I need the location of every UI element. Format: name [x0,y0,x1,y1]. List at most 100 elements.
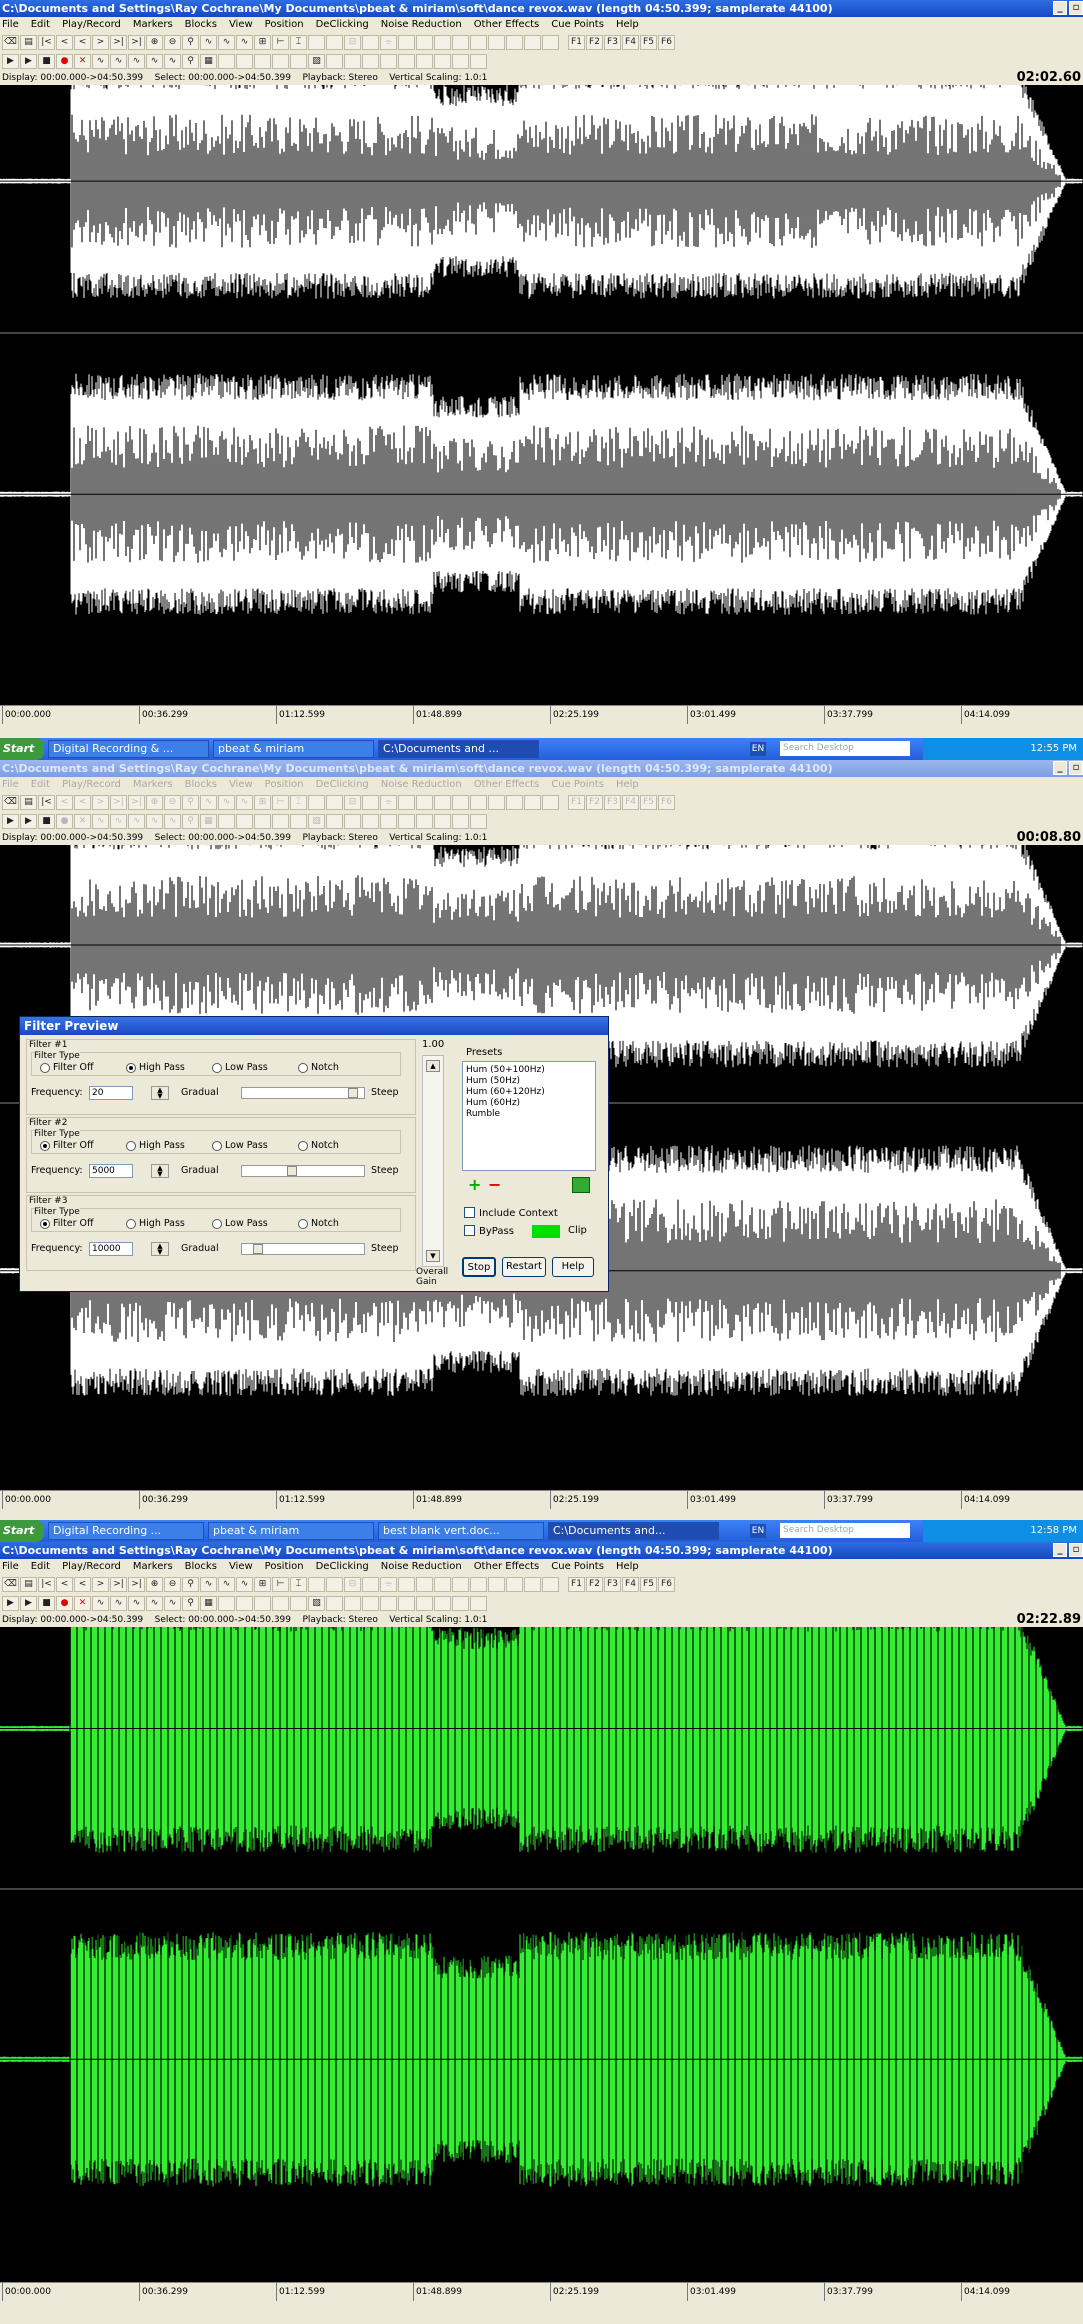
toolbar-icon[interactable]: ⊢ [272,795,289,810]
toolbar-icon[interactable] [452,814,469,829]
timeline-ruler[interactable]: 00:00.000 00:36.299 01:12.599 01:48.899 02:2… [0,1490,1083,1511]
filter-type-radio[interactable]: Notch [298,1140,339,1151]
toolbar-icon[interactable] [470,1577,487,1592]
fkey-button-f1[interactable]: F1 [568,35,585,50]
filter-type-radio[interactable]: High Pass [126,1062,185,1073]
menu-item-view[interactable]: View [229,1559,253,1575]
start-button[interactable]: Start [0,1520,44,1542]
toolbar-icon[interactable]: ✕ [74,814,91,829]
toolbar-icon[interactable]: ▤ [20,795,37,810]
toolbar-icon[interactable] [218,1596,235,1611]
toolbar-icon[interactable]: ✕ [74,1596,91,1611]
language-indicator[interactable]: EN [750,742,766,756]
toolbar-icon[interactable] [524,35,541,50]
toolbar-icon[interactable] [362,1577,379,1592]
menu-item-markers[interactable]: Markers [133,777,173,793]
toolbar-icon[interactable] [416,795,433,810]
language-indicator[interactable]: EN [750,1524,766,1538]
waveform-display[interactable] [0,85,1083,705]
fkey-button-f5[interactable]: F5 [640,1577,657,1592]
toolbar-icon[interactable]: ▶ [20,814,37,829]
dialog-title[interactable]: Filter Preview [20,1017,608,1035]
toolbar-icon[interactable]: > [92,1577,109,1592]
menu-item-noise-reduction[interactable]: Noise Reduction [381,17,462,33]
toolbar-icon[interactable]: ∿ [164,54,181,69]
stop-button[interactable]: Stop [462,1257,496,1277]
fkey-button-f1[interactable]: F1 [568,795,585,810]
toolbar-icon[interactable] [542,795,559,810]
maximize-icon[interactable]: ▫ [1069,1,1083,15]
menu-item-other-effects[interactable]: Other Effects [474,17,540,33]
filter-type-radio[interactable]: Notch [298,1062,339,1073]
toolbar-icon[interactable]: ∿ [236,795,253,810]
toolbar-icon[interactable] [308,35,325,50]
fkey-button-f6[interactable]: F6 [658,35,675,50]
toolbar-icon[interactable] [380,54,397,69]
fkey-button-f3[interactable]: F3 [604,35,621,50]
scrollbar[interactable] [0,2303,1083,2324]
toolbar-icon[interactable]: ⌯ [380,795,397,810]
slider-thumb[interactable] [253,1244,263,1254]
toolbar-icon[interactable]: >| [128,35,145,50]
toolbar-icon[interactable] [434,795,451,810]
steepness-slider[interactable] [241,1243,365,1255]
toolbar-icon[interactable] [326,795,343,810]
filter-type-radio[interactable]: Low Pass [212,1140,268,1151]
taskbar-button[interactable]: Digital Recording ... [48,1522,204,1540]
toolbar-icon[interactable]: ∿ [218,35,235,50]
toolbar-icon[interactable] [398,54,415,69]
toolbar-icon[interactable]: < [56,1577,73,1592]
remove-preset-icon[interactable]: − [488,1177,504,1193]
filter-type-radio[interactable]: Filter Off [40,1218,94,1229]
toolbar-icon[interactable] [326,1596,343,1611]
toolbar-icon[interactable] [434,35,451,50]
fkey-button-f3[interactable]: F3 [604,1577,621,1592]
menu-item-file[interactable]: File [2,17,19,33]
menu-item-declicking[interactable]: DeClicking [316,1559,369,1575]
preset-item[interactable]: Hum (60Hz) [466,1098,592,1109]
filter-type-radio[interactable]: Filter Off [40,1140,94,1151]
menu-item-edit[interactable]: Edit [31,777,50,793]
menu-item-file[interactable]: File [2,777,19,793]
toolbar-icon[interactable]: ⊕ [146,35,163,50]
toolbar-icon[interactable] [398,814,415,829]
fkey-button-f4[interactable]: F4 [622,35,639,50]
toolbar-icon[interactable] [488,795,505,810]
timeline-ruler[interactable]: 00:00.000 00:36.299 01:12.599 01:48.899 02:2… [0,705,1083,726]
toolbar-icon[interactable] [326,54,343,69]
maximize-icon[interactable]: ▫ [1069,1543,1083,1557]
toolbar-icon[interactable] [524,1577,541,1592]
toolbar-icon[interactable]: ∿ [164,1596,181,1611]
toolbar-icon[interactable] [308,795,325,810]
toolbar-icon[interactable] [416,1577,433,1592]
toolbar-icon[interactable]: ∿ [200,795,217,810]
toolbar-icon[interactable]: ▶ [2,54,19,69]
toolbar-icon[interactable]: ⚲ [182,1596,199,1611]
preset-item[interactable]: Hum (50+100Hz) [466,1065,592,1076]
taskbar-button[interactable]: pbeat & miriam [213,740,374,758]
menu-item-cue-points[interactable]: Cue Points [551,1559,604,1575]
toolbar-icon[interactable]: ▶ [20,54,37,69]
toolbar-icon[interactable]: ● [56,54,73,69]
menu-item-blocks[interactable]: Blocks [185,777,217,793]
preset-item[interactable]: Hum (50Hz) [466,1076,592,1087]
steepness-slider[interactable] [241,1087,365,1099]
toolbar-icon[interactable]: ▤ [20,1577,37,1592]
menu-item-other-effects[interactable]: Other Effects [474,1559,540,1575]
toolbar-icon[interactable]: ⊞ [254,35,271,50]
filter-type-radio[interactable]: High Pass [126,1140,185,1151]
toolbar-icon[interactable] [380,1596,397,1611]
toolbar-icon[interactable]: ∿ [92,814,109,829]
steepness-slider[interactable] [241,1165,365,1177]
toolbar-icon[interactable]: > [92,35,109,50]
toolbar-icon[interactable] [452,795,469,810]
menu-item-view[interactable]: View [229,777,253,793]
toolbar-icon[interactable] [542,35,559,50]
menu-item-other-effects[interactable]: Other Effects [474,777,540,793]
toolbar-icon[interactable] [506,795,523,810]
preset-item[interactable]: Rumble [466,1109,592,1120]
toolbar-icon[interactable]: ⊟ [344,35,361,50]
toolbar-icon[interactable]: < [74,1577,91,1592]
toolbar-icon[interactable]: ∿ [146,54,163,69]
toolbar-icon[interactable] [506,1577,523,1592]
